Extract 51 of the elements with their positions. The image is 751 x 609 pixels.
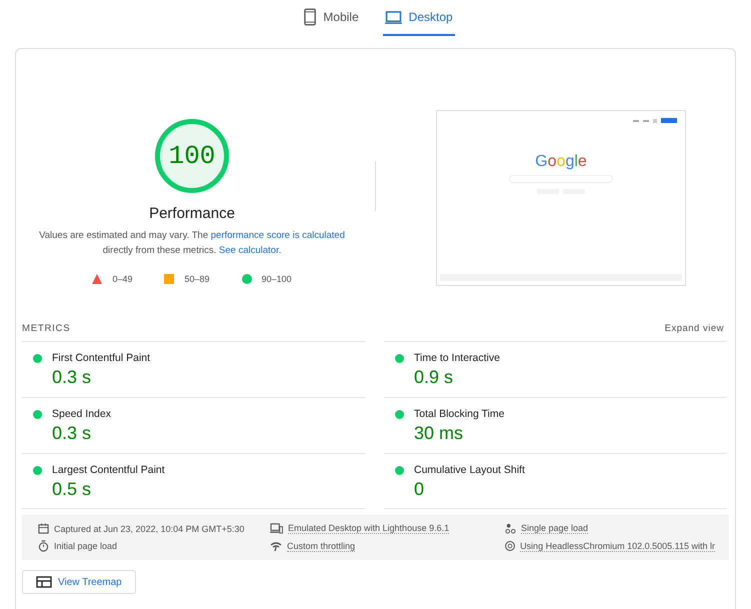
metric-value: 0.3 s [52, 423, 92, 444]
legend-label: 90–100 [262, 274, 292, 284]
runtime-info: Single page load [521, 523, 588, 534]
status-dot [395, 410, 404, 419]
devices-icon [270, 523, 283, 534]
expand-view-button[interactable]: Expand view [664, 323, 724, 334]
metric-value: 30 ms [414, 423, 464, 444]
triangle-icon [92, 274, 102, 284]
browser-icon [505, 540, 516, 552]
runtime-info: Custom throttling [287, 540, 356, 552]
status-dot [33, 466, 42, 475]
device-tab[interactable]: Desktop [382, 0, 455, 36]
runtime-info: Emulated Desktop with Lighthouse 9.6.1 [288, 523, 450, 534]
apps-icon [653, 118, 657, 122]
status-dot [33, 354, 42, 363]
legend-label: 0–49 [112, 274, 132, 284]
score-link[interactable]: performance score is calculated [210, 230, 345, 241]
metrics-heading: METRICS [22, 323, 70, 334]
stopwatch-icon [38, 540, 49, 552]
score-note: Values are estimated and may vary. The performance score is calculated directly from these metrics. See calculator. [38, 229, 346, 258]
square-icon [164, 274, 174, 284]
metric-value: 0 [414, 479, 426, 500]
nodes-icon [505, 523, 516, 534]
circle-icon [242, 274, 252, 284]
metric-name: Cumulative Layout Shift [414, 464, 525, 476]
calendar-icon [38, 523, 49, 534]
runtime-info: Using HeadlessChromium 102.0.5005.115 with lr [520, 540, 715, 552]
status-dot [33, 410, 42, 419]
score-gauge: 100 [155, 119, 229, 193]
phone-icon [304, 8, 316, 26]
signal-icon [270, 541, 282, 551]
metric-value: 0.9 s [414, 367, 454, 388]
status-dot [395, 354, 404, 363]
device-tab[interactable]: Mobile [302, 0, 361, 36]
treemap-icon [36, 576, 52, 588]
monitor-icon [384, 10, 402, 24]
metric-name: Largest Contentful Paint [52, 464, 165, 476]
metric-value: 0.5 s [52, 479, 92, 500]
category-title: Performance [149, 205, 235, 222]
metric-name: Speed Index [52, 408, 111, 420]
metric-name: First Contentful Paint [52, 352, 150, 364]
metric-name: Total Blocking Time [414, 408, 504, 420]
status-dot [395, 466, 404, 475]
metric-name: Time to Interactive [414, 352, 500, 364]
view-treemap-button[interactable]: View Treemap [22, 570, 136, 594]
calculator-link[interactable]: See calculator. [218, 245, 282, 256]
legend-label: 50–89 [184, 274, 210, 284]
logo: Google [535, 153, 587, 171]
metric-value: 0.3 s [52, 367, 92, 388]
runtime-info: Captured at Jun 23, 2022, 10:04 PM GMT+5:30 [54, 524, 244, 534]
runtime-info: Initial page load [54, 541, 118, 551]
